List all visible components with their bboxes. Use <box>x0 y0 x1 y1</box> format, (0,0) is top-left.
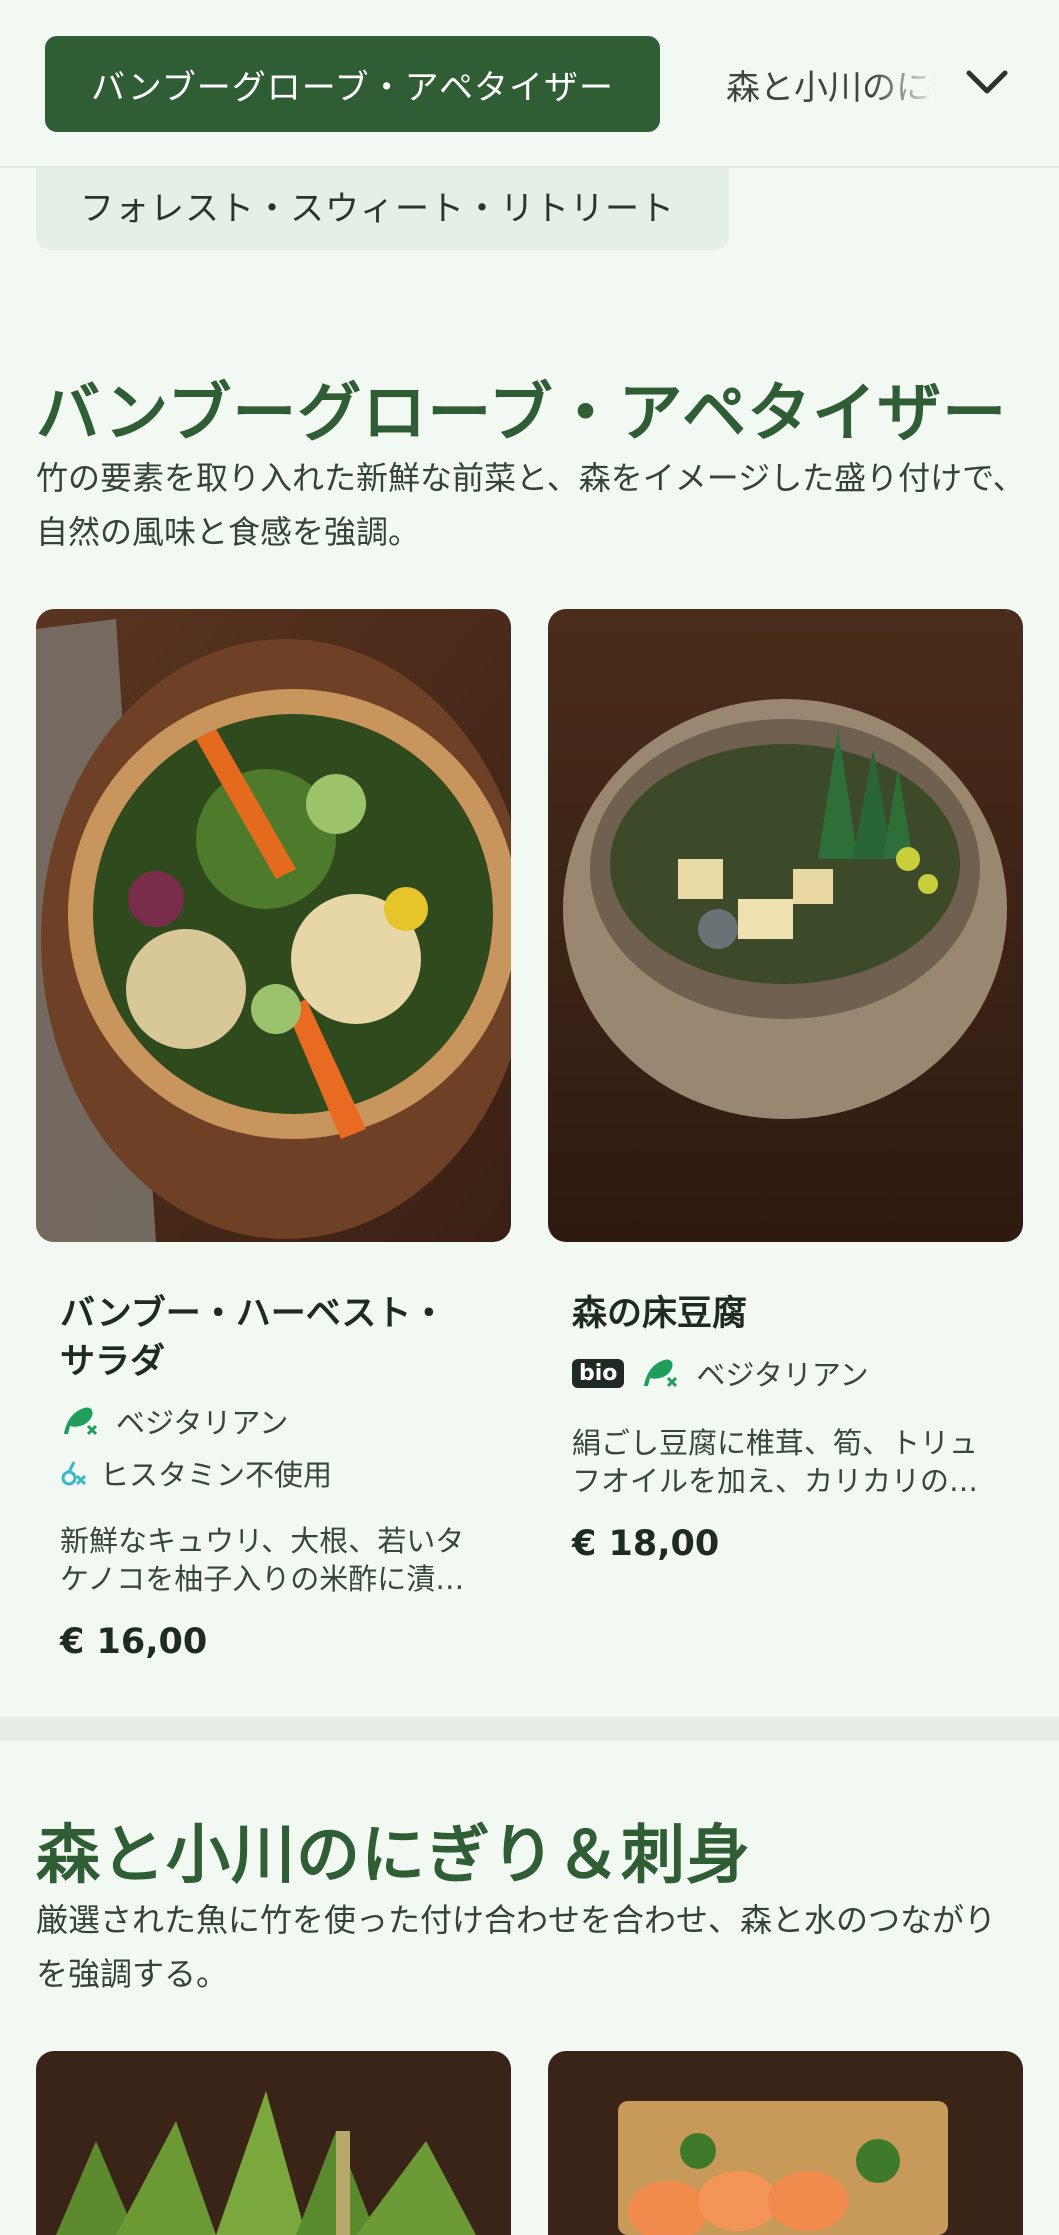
vegetarian-icon <box>60 1404 100 1438</box>
category-nav: バンブーグローブ・アペタイザー 森と小川のにぎり＆刺身 <box>0 0 1059 168</box>
item-title[interactable]: バンブー・ハーベスト・サラダ <box>60 1290 480 1386</box>
section-title: バンブーグローブ・アペタイザー <box>36 377 1008 451</box>
tag-label: ベジタリアン <box>116 1406 289 1440</box>
histamine-free-icon <box>60 1458 88 1488</box>
item-description: 新鮮なキュウリ、大根、若いタケノコを柚子入りの米酢に漬… <box>60 1524 465 1596</box>
bio-badge: bio <box>572 1358 625 1388</box>
item-title[interactable]: 森の床豆腐 <box>572 1290 992 1338</box>
section-divider <box>0 1717 1059 1741</box>
section-title: 森と小川のにぎり＆刺身 <box>36 1819 751 1893</box>
item-price: € 18,00 <box>572 1524 720 1564</box>
tab-bamboo-grove-appetizer[interactable]: バンブーグローブ・アペタイザー <box>45 36 660 132</box>
vegetarian-icon <box>640 1356 680 1390</box>
item-price: € 16,00 <box>60 1622 208 1662</box>
tag-label: ベジタリアン <box>696 1358 869 1392</box>
forest-floor-tofu-image[interactable] <box>548 609 1023 1242</box>
nigiri-bamboo-image[interactable] <box>36 2051 511 2235</box>
bamboo-salad-image[interactable] <box>36 609 511 1242</box>
tab-forest-sweet-retreat[interactable]: フォレスト・スウィート・リトリート <box>36 160 729 250</box>
tag-vegetarian: ベジタリアン <box>60 1400 288 1442</box>
section-description: 竹の要素を取り入れた新鮮な前菜と、森をイメージした盛り付けで、自然の風味と食感を… <box>36 459 1025 551</box>
tag-row: bio ベジタリアン <box>572 1352 869 1394</box>
tab-fade <box>870 50 940 118</box>
tag-histamine-free: ヒスタミン不使用 <box>60 1452 332 1494</box>
section-description: 厳選された魚に竹を使った付け合わせを合わせ、森と水のつながりを強調する。 <box>36 1901 997 1993</box>
tag-label: ヒスタミン不使用 <box>100 1458 333 1492</box>
chevron-down-icon[interactable] <box>962 58 1012 108</box>
item-description: 絹ごし豆腐に椎茸、筍、トリュフオイルを加え、カリカリの… <box>572 1426 979 1498</box>
sashimi-image[interactable] <box>548 2051 1023 2235</box>
